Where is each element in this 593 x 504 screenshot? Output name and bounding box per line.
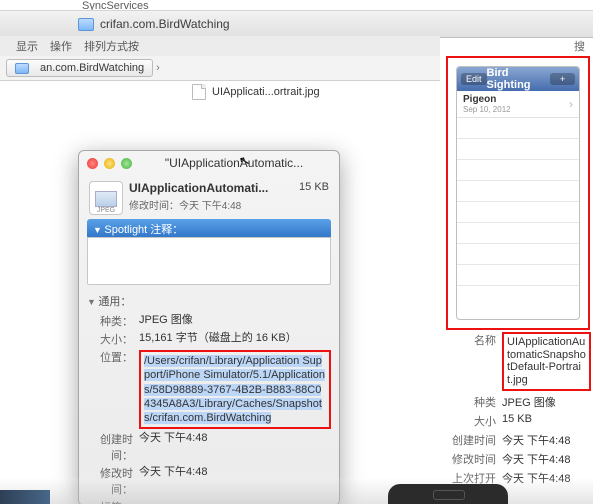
ios-empty-row <box>457 118 579 139</box>
preview-titlebar <box>440 10 593 38</box>
menu-show[interactable]: 显示 <box>16 38 38 54</box>
gm-size-value: 15,161 字节（磁盘上的 16 KB） <box>139 331 331 347</box>
meta-size-label: 大小 <box>442 413 502 429</box>
general-header[interactable]: 通用： <box>87 293 331 309</box>
ios-row-subtitle: Sep 10, 2012 <box>463 105 511 114</box>
menu-action[interactable]: 操作 <box>50 38 72 54</box>
search-label[interactable]: 搜 <box>574 38 585 54</box>
background-patch <box>0 490 50 504</box>
file-thumbnail: JPEG <box>89 181 123 215</box>
gm-kind-value: JPEG 图像 <box>139 313 331 329</box>
ios-empty-row <box>457 244 579 265</box>
gm-kind-label: 种类： <box>87 313 139 329</box>
gm-where-label: 位置： <box>87 349 139 429</box>
gm-created-label: 创建时间： <box>87 431 139 463</box>
ios-navbar: Edit Bird Sighting + <box>457 67 579 91</box>
preview-pane: 搜 Edit Bird Sighting + Pigeon Sep 10, 20… <box>440 0 593 504</box>
document-icon <box>192 84 206 100</box>
info-file-size: 15 KB <box>299 181 329 193</box>
gm-size-label: 大小： <box>87 331 139 347</box>
meta-modified-label: 修改时间 <box>442 451 502 467</box>
get-info-window[interactable]: ↖ "UIApplicationAutomatic... JPEG UIAppl… <box>78 150 340 504</box>
chevron-right-icon: › <box>156 62 160 74</box>
info-mod-line: 修改时间：今天 下午4:48 <box>129 197 241 212</box>
folder-icon <box>78 18 94 31</box>
folder-icon <box>15 63 29 74</box>
meta-name-value[interactable]: UIApplicationAutomaticSnapshotDefault-Po… <box>502 332 591 391</box>
meta-created-label: 创建时间 <box>442 432 502 448</box>
meta-modified-value: 今天 下午4:48 <box>502 451 591 467</box>
ios-empty-row <box>457 181 579 202</box>
close-icon[interactable] <box>87 158 98 169</box>
ios-table-row: Pigeon Sep 10, 2012 › <box>457 91 579 118</box>
ios-empty-row <box>457 265 579 286</box>
traffic-lights <box>87 158 132 169</box>
ios-edit-button: Edit <box>461 73 487 85</box>
meta-kind-label: 种类 <box>442 394 502 410</box>
ios-row-title: Pigeon <box>463 94 511 105</box>
spotlight-comment-field[interactable] <box>87 237 331 285</box>
gm-where-highlight: /Users/crifan/Library/Application Suppor… <box>139 350 331 429</box>
chevron-right-icon: › <box>569 97 573 111</box>
general-section: 通用： 种类： JPEG 图像 大小： 15,161 字节（磁盘上的 16 KB… <box>87 293 331 504</box>
path-segment-label: an.com.BirdWatching <box>40 62 144 74</box>
info-window-title: "UIApplicationAutomatic... <box>139 156 329 170</box>
zoom-icon[interactable] <box>121 158 132 169</box>
finder-title: crifan.com.BirdWatching <box>100 17 230 31</box>
finder-toolbar: 显示 操作 排列方式按 <box>0 36 440 57</box>
ios-screenshot: Edit Bird Sighting + Pigeon Sep 10, 2012… <box>456 66 580 320</box>
gm-created-value: 今天 下午4:48 <box>139 431 331 463</box>
minimize-icon[interactable] <box>104 158 115 169</box>
simulator-bezel <box>388 484 508 504</box>
meta-created-value: 今天 下午4:48 <box>502 432 591 448</box>
spotlight-header[interactable]: Spotlight 注释： <box>87 219 331 239</box>
path-bar: an.com.BirdWatching › <box>0 56 440 81</box>
meta-kind-value: JPEG 图像 <box>502 394 591 410</box>
ios-empty-row <box>457 160 579 181</box>
ios-empty-row <box>457 223 579 244</box>
path-segment[interactable]: an.com.BirdWatching <box>6 59 153 77</box>
preview-image-highlight: Edit Bird Sighting + Pigeon Sep 10, 2012… <box>446 56 590 330</box>
meta-name-label: 名称 <box>442 332 502 391</box>
finder-titlebar[interactable]: crifan.com.BirdWatching <box>0 10 440 38</box>
ios-title: Bird Sighting <box>487 67 551 91</box>
menu-arrange[interactable]: 排列方式按 <box>84 38 139 54</box>
meta-size-value: 15 KB <box>502 413 591 429</box>
ios-add-button: + <box>550 73 575 85</box>
file-name: UIApplicati...ortrait.jpg <box>212 86 320 98</box>
gm-where-value[interactable]: /Users/crifan/Library/Application Suppor… <box>144 355 325 424</box>
ios-empty-row <box>457 139 579 160</box>
file-list-item[interactable]: UIApplicati...ortrait.jpg <box>186 80 440 104</box>
ios-empty-row <box>457 202 579 223</box>
thumb-label: JPEG <box>97 207 115 214</box>
